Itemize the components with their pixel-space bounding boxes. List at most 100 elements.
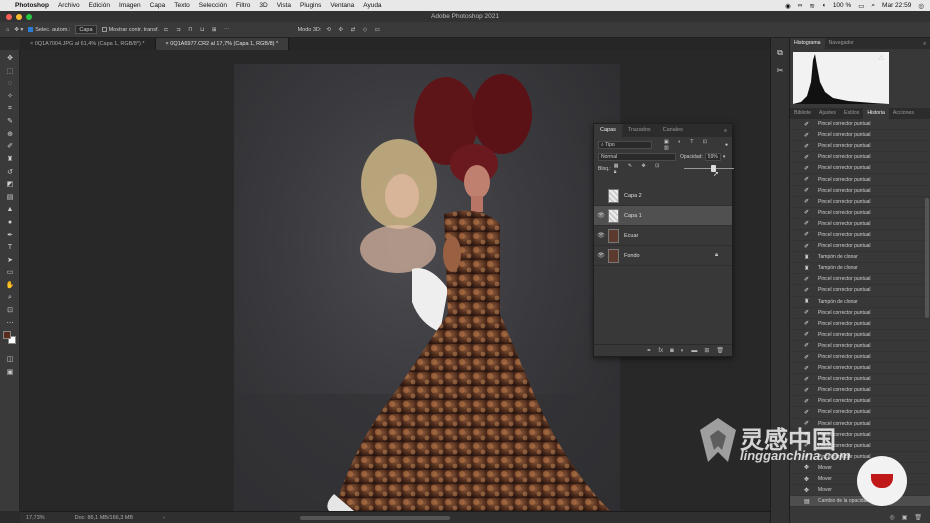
adjustment-layer-icon[interactable]: ◐ xyxy=(681,348,685,354)
hand-tool-icon[interactable]: ✋ xyxy=(0,279,20,292)
history-state[interactable]: ✐ Pincel corrector puntual xyxy=(790,219,930,230)
quick-mask-icon[interactable]: ◫ xyxy=(0,353,20,366)
delete-state-icon[interactable]: 🗑︎ xyxy=(914,514,922,523)
history-panel-icon[interactable]: ⧉ xyxy=(771,48,789,58)
new-group-icon[interactable]: ▬ xyxy=(691,348,697,354)
zoom-window-button[interactable] xyxy=(26,14,32,20)
close-window-button[interactable] xyxy=(6,14,12,20)
show-transform-checkbox[interactable]: Mostrar contr. transf. xyxy=(101,27,159,33)
move-tool-icon[interactable]: ✥ xyxy=(0,52,20,65)
eraser-tool-icon[interactable]: ◩ xyxy=(0,178,20,191)
layer-name[interactable]: Capa 1 xyxy=(624,213,642,219)
panel-menu-icon[interactable]: ≡ xyxy=(724,128,727,134)
history-state[interactable]: ✐ Pincel corrector puntual xyxy=(790,208,930,219)
filter-toggle-icon[interactable]: ● xyxy=(725,142,728,148)
history-state[interactable]: ✐ Pincel corrector puntual xyxy=(790,152,930,164)
3d-icons[interactable]: ⟲ ✣ ⇄ ◇ ▭ xyxy=(326,27,382,33)
history-state[interactable]: ▤ Cambio de la opacidad de capa xyxy=(790,496,930,508)
history-state[interactable]: ✐ Pincel corrector puntual xyxy=(790,141,930,153)
lock-icons[interactable]: ▦ ✎ ✥ ⊡ 🔒︎ xyxy=(614,163,668,175)
panel-menu-icon[interactable]: ≡ xyxy=(923,41,926,47)
tools-panel-icon[interactable]: ✂ xyxy=(771,66,789,75)
layer-filter-dropdown[interactable]: ⌕ Tipo xyxy=(598,140,652,149)
history-state[interactable]: ✐ Pincel corrector puntual xyxy=(790,374,930,386)
layer-row-capa-1[interactable]: 👁︎ Capa 1 xyxy=(594,206,732,226)
path-selection-tool-icon[interactable]: ➤ xyxy=(0,254,20,267)
marquee-tool-icon[interactable]: ⬚ xyxy=(0,65,20,78)
app-menu[interactable]: Photoshop xyxy=(15,2,49,9)
volume-icon[interactable]: ◖ xyxy=(822,2,826,9)
history-brush-tool-icon[interactable]: ↺ xyxy=(0,165,20,178)
menu-texto[interactable]: Texto xyxy=(174,2,190,9)
dodge-tool-icon[interactable]: ● xyxy=(0,216,20,229)
auto-select-dropdown[interactable]: Capa xyxy=(75,25,97,34)
filter-type-icons[interactable]: ▣ ◐ T ⊡ ▥ xyxy=(664,139,725,151)
menu-ayuda[interactable]: Ayuda xyxy=(363,2,381,9)
layer-row-capa-2[interactable]: Capa 2 xyxy=(594,186,732,206)
new-layer-icon[interactable]: ⊞ xyxy=(704,347,709,354)
eye-icon[interactable]: 👁︎ xyxy=(594,232,608,239)
menu-vista[interactable]: Vista xyxy=(277,2,291,9)
menu-3d[interactable]: 3D xyxy=(259,2,267,9)
history-state[interactable]: ✐ Pincel corrector puntual xyxy=(790,407,930,419)
pen-tool-icon[interactable]: ✒ xyxy=(0,228,20,241)
blur-tool-icon[interactable]: ▲ xyxy=(0,203,20,216)
menu-plugins[interactable]: Plugins xyxy=(300,2,321,9)
more-tools-icon[interactable]: ⋯ xyxy=(0,316,20,329)
lasso-tool-icon[interactable]: ◌ xyxy=(0,77,20,90)
status-chevron-icon[interactable]: › xyxy=(163,515,165,521)
menu-capa[interactable]: Capa xyxy=(150,2,166,9)
record-icon[interactable]: ◉ xyxy=(785,2,791,10)
history-state[interactable]: ✐ Pincel corrector puntual xyxy=(790,163,930,175)
history-state[interactable]: ✐ Pincel corrector puntual xyxy=(790,319,930,330)
add-mask-icon[interactable]: ◙ xyxy=(670,348,674,354)
zoom-readout[interactable]: 17,73% xyxy=(26,515,45,521)
history-state[interactable]: ✐ Pincel corrector puntual xyxy=(790,308,930,319)
history-state[interactable]: ✐ Pincel corrector puntual xyxy=(790,130,930,142)
cc-icon[interactable]: ∞ xyxy=(798,2,803,9)
history-state[interactable]: ✐ Pincel corrector puntual xyxy=(790,330,930,341)
align-icons[interactable]: ⊏ ⊐ ⊓ ⊔ ⊞ ⋯ xyxy=(164,27,233,33)
tab-bibliotecas[interactable]: Bibliote xyxy=(790,108,815,119)
minimize-window-button[interactable] xyxy=(16,14,22,20)
clone-stamp-tool-icon[interactable]: ♜ xyxy=(0,153,20,166)
edit-toolbar-icon[interactable]: ⊡ xyxy=(0,304,20,317)
opacity-chevron-icon[interactable]: ▾ xyxy=(723,154,726,160)
layer-row-fondo[interactable]: 👁︎ Fondo 🔒︎ xyxy=(594,246,732,266)
history-state[interactable]: ✐ Pincel corrector puntual xyxy=(790,385,930,397)
screen-mode-icon[interactable]: ▣ xyxy=(0,366,20,379)
menu-filtro[interactable]: Filtro xyxy=(236,2,250,9)
eyedropper-tool-icon[interactable]: ✎ xyxy=(0,115,20,128)
zoom-tool-icon[interactable]: ⌕ xyxy=(0,291,20,304)
brush-tool-icon[interactable]: ✐ xyxy=(0,140,20,153)
gradient-tool-icon[interactable]: ▤ xyxy=(0,191,20,204)
fx-icon[interactable]: fx xyxy=(658,348,663,354)
horizontal-scrollbar[interactable] xyxy=(300,516,450,520)
delete-layer-icon[interactable]: 🗑︎ xyxy=(716,347,724,354)
magic-wand-tool-icon[interactable]: ✧ xyxy=(0,90,20,103)
doc-tab-2[interactable]: × 0Q1A6977.CR2 al 17,7% (Capa 1, RGB/8) … xyxy=(155,38,290,50)
history-state[interactable]: ♜ Tampón de clonar xyxy=(790,252,930,264)
opacity-field[interactable]: 59% xyxy=(704,152,721,161)
home-icon[interactable]: ⌂ xyxy=(6,27,9,33)
eye-icon[interactable]: 👁︎ xyxy=(594,212,608,219)
layer-name[interactable]: Ecuar xyxy=(624,233,638,239)
crop-tool-icon[interactable]: ⌗ xyxy=(0,102,20,115)
blend-mode-dropdown[interactable]: Normal xyxy=(598,152,676,161)
link-layers-icon[interactable]: ⚭ xyxy=(646,347,651,354)
history-state[interactable]: ✐ Pincel corrector puntual xyxy=(790,174,930,186)
history-state[interactable]: ✐ Pincel corrector puntual xyxy=(790,363,930,375)
eye-icon[interactable]: 👁︎ xyxy=(594,252,608,259)
warning-icon[interactable]: ⚠ xyxy=(878,54,884,62)
history-state[interactable]: ♜ Tampón de clonar xyxy=(790,297,930,308)
tab-trazados[interactable]: Trazados xyxy=(622,124,657,137)
history-state[interactable]: ♜ Tampón de clonar xyxy=(790,263,930,275)
layer-name[interactable]: Capa 2 xyxy=(624,193,642,199)
history-state[interactable]: ✐ Pincel corrector puntual xyxy=(790,241,930,253)
history-scrollbar[interactable] xyxy=(925,198,929,318)
wifi-icon[interactable]: ≋ xyxy=(809,2,814,10)
shape-tool-icon[interactable]: ▭ xyxy=(0,266,20,279)
siri-icon[interactable]: ◎ xyxy=(918,2,924,10)
document-image[interactable] xyxy=(234,64,620,511)
menu-archivo[interactable]: Archivo xyxy=(58,2,80,9)
